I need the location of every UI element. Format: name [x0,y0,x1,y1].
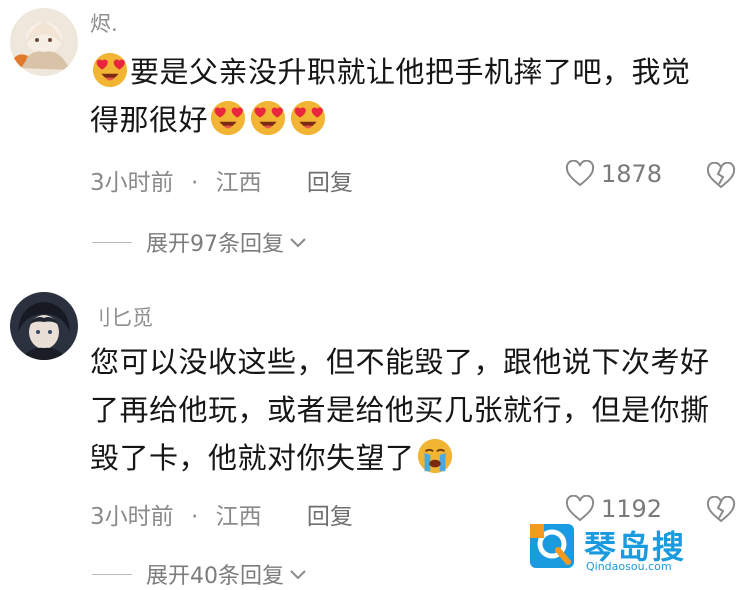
watermark-url: Qindaosou.com [586,560,672,573]
avatar[interactable] [10,292,78,360]
comment-text: 您可以没收这些，但不能毁了，跟他说下次考好 了再给他玩，或者是给他买几张就行，但… [90,338,730,482]
comment-text-line-1: 您可以没收这些，但不能毁了，跟他说下次考好 [90,345,710,379]
heart-outline-icon [565,495,595,522]
separator-dot: · [190,504,199,530]
reply-button[interactable]: 回复 [307,497,353,531]
comment-text-line-2: 了再给他玩，或者是给他买几张就行，但是你撕 [90,393,710,427]
expand-replies[interactable]: 展开40条回复 [92,558,308,590]
timestamp: 3小时前 [90,504,174,530]
crying-emoji-icon [416,437,454,475]
expand-replies-label: 展开40条回复 [146,564,284,589]
like-button[interactable]: 1192 [565,495,662,523]
username[interactable]: 刂匕觅 [90,302,153,332]
comment-meta: 3小时前 · 江西 回复 [90,497,353,531]
divider-line [92,573,132,575]
comment-2: 刂匕觅 您可以没收这些，但不能毁了，跟他说下次考好 了再给他玩，或者是给他买几张… [0,0,739,589]
comment-text-line-3: 毁了卡，他就对你失望了 [90,441,415,475]
chevron-down-icon [290,570,306,580]
watermark: 琴岛搜 Qindaosou.com [528,520,733,576]
like-count: 1192 [601,495,663,523]
location: 江西 [215,504,262,530]
avatar-image-icon [10,292,78,360]
